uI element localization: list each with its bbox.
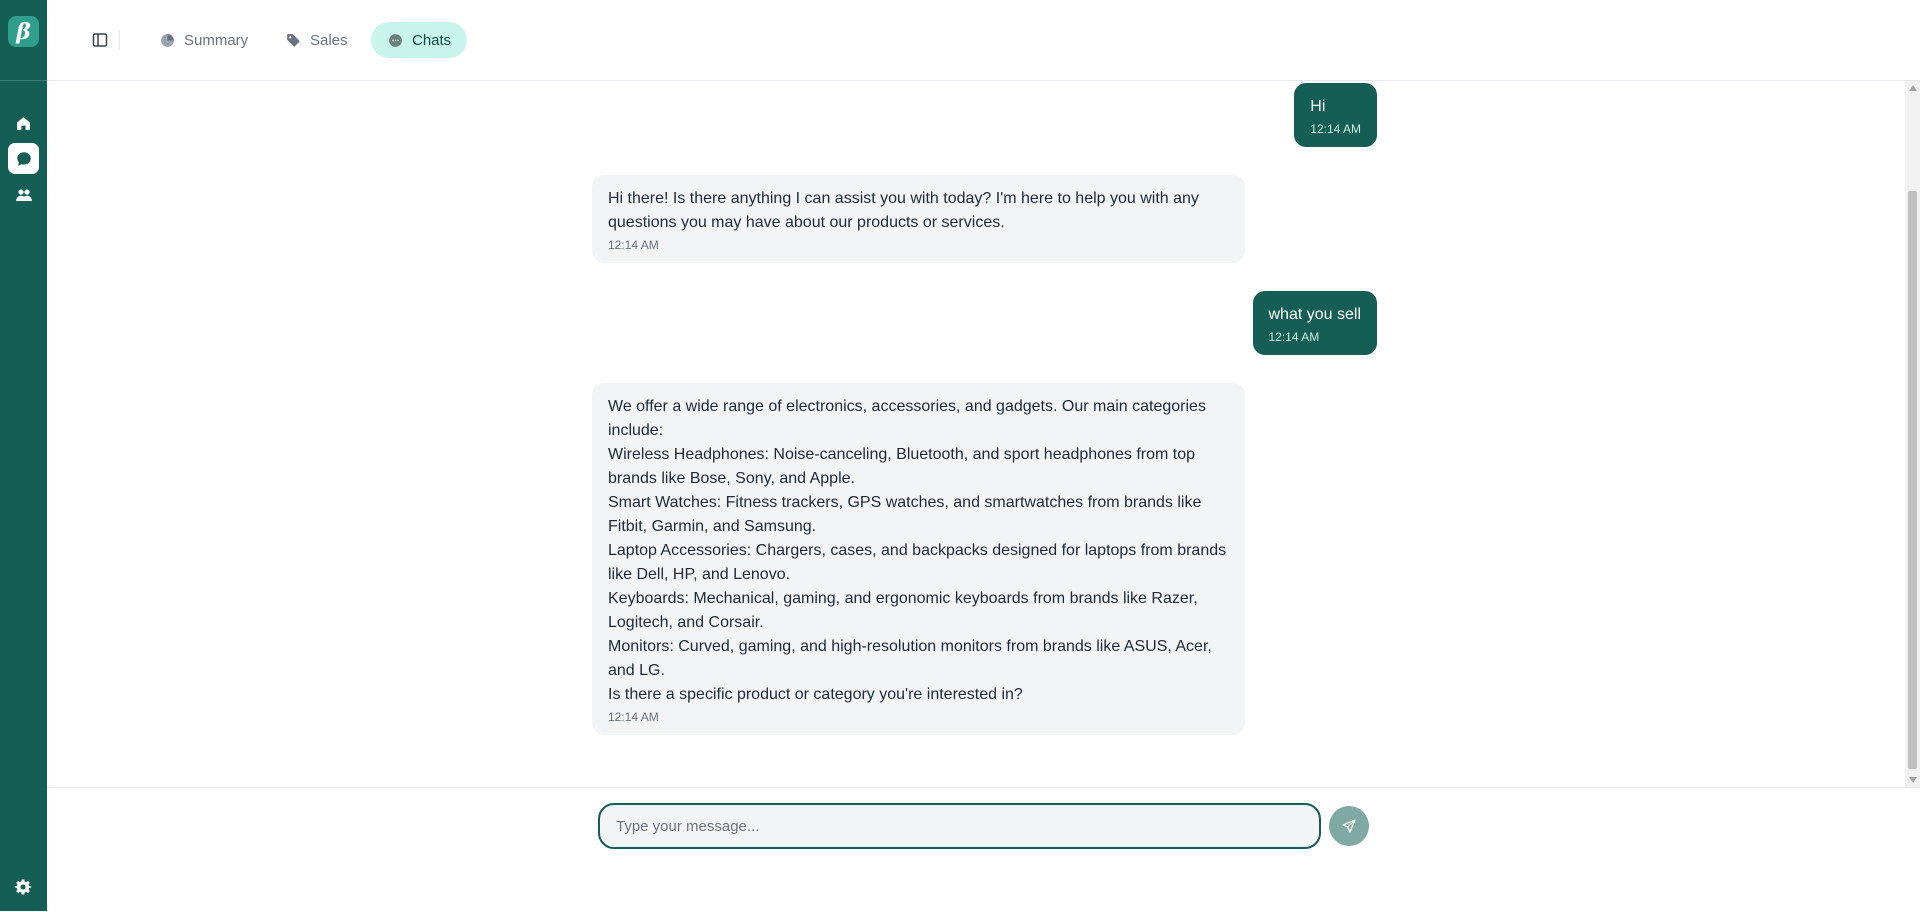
chat-bubble-icon <box>16 151 31 166</box>
header-separator <box>119 30 120 50</box>
send-button[interactable] <box>1329 806 1369 846</box>
message-input[interactable] <box>598 803 1321 849</box>
pie-chart-icon <box>161 33 174 47</box>
users-icon <box>15 188 32 201</box>
message-time: 12:14 AM <box>608 710 659 724</box>
message-line: We offer a wide range of electronics, ac… <box>608 398 1206 439</box>
left-rail: β <box>0 0 47 911</box>
scroll-thumb[interactable] <box>1908 191 1917 769</box>
rail-item-chats[interactable] <box>8 143 39 174</box>
message-text: We offer a wide range of electronics, ac… <box>608 395 1229 707</box>
assistant-message: Hi there! Is there anything I can assist… <box>592 175 1245 263</box>
message-line: Keyboards: Mechanical, gaming, and ergon… <box>608 590 1198 631</box>
message-line: Wireless Headphones: Noise-canceling, Bl… <box>608 446 1196 487</box>
message-line: Is there a specific product or category … <box>608 686 1023 703</box>
user-message: Hi 12:14 AM <box>1294 83 1377 147</box>
chat-bubble-icon <box>389 33 402 47</box>
gear-icon <box>14 879 32 895</box>
tab-sales-label: Sales <box>310 31 348 49</box>
scroll-up-arrow-icon[interactable] <box>1909 85 1917 91</box>
home-icon <box>17 117 30 130</box>
user-message: what you sell 12:14 AM <box>1252 291 1377 355</box>
rail-divider <box>0 80 47 81</box>
top-header: Summary Sales Chats <box>47 0 1920 81</box>
message-time: 12:14 AM <box>608 238 659 252</box>
send-icon <box>1342 819 1356 833</box>
chat-messages: Hi 12:14 AM Hi there! Is there anything … <box>47 81 1905 787</box>
message-time: 12:14 AM <box>1268 330 1320 344</box>
message-text: what you sell <box>1268 306 1362 323</box>
message-text: Hi <box>1310 98 1326 115</box>
tab-chats[interactable]: Chats <box>371 22 468 58</box>
tab-summary[interactable]: Summary <box>143 22 264 58</box>
assistant-message: We offer a wide range of electronics, ac… <box>592 383 1245 735</box>
tag-icon <box>287 33 300 47</box>
app-logo[interactable]: β <box>8 16 39 47</box>
message-time: 12:14 AM <box>1310 122 1361 136</box>
tab-sales[interactable]: Sales <box>269 22 364 58</box>
tab-chats-label: Chats <box>412 31 452 49</box>
sidebar-toggle-icon <box>92 33 108 47</box>
settings-button[interactable] <box>12 876 34 898</box>
message-text: Hi there! Is there anything I can assist… <box>608 190 1199 231</box>
rail-item-users[interactable] <box>8 179 39 210</box>
message-line: Smart Watches: Fitness trackers, GPS wat… <box>608 494 1202 535</box>
scroll-down-arrow-icon[interactable] <box>1909 777 1917 783</box>
rail-item-home[interactable] <box>8 108 39 139</box>
sidebar-toggle-button[interactable] <box>89 29 111 51</box>
logo-letter: β <box>16 18 31 45</box>
message-line: Laptop Accessories: Chargers, cases, and… <box>608 542 1227 583</box>
message-line: Monitors: Curved, gaming, and high-resol… <box>608 638 1212 679</box>
tab-summary-label: Summary <box>184 31 249 49</box>
chat-scrollbar[interactable] <box>1905 81 1920 787</box>
